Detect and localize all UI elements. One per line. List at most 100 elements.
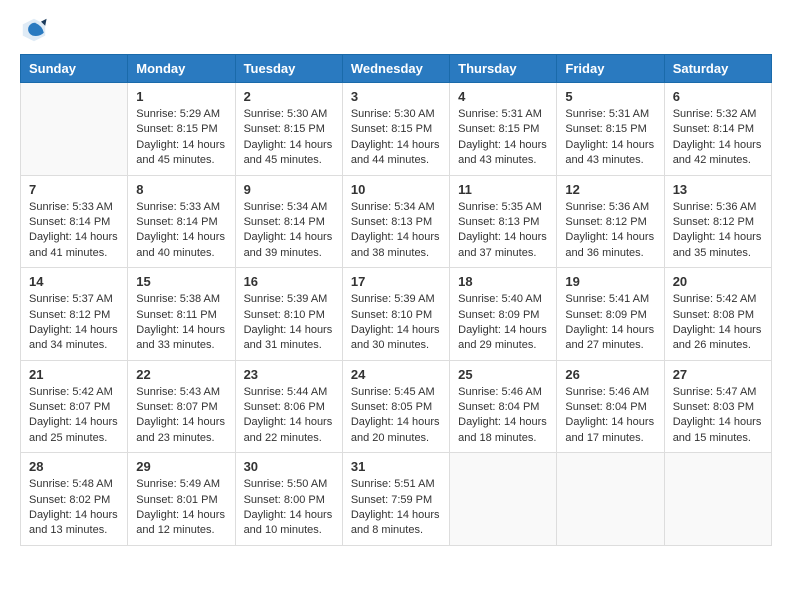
cell-line: and 17 minutes.: [565, 431, 655, 446]
cell-line: Sunrise: 5:34 AM: [351, 200, 441, 215]
day-number: 19: [565, 274, 655, 289]
cell-line: Sunrise: 5:38 AM: [136, 292, 226, 307]
day-cell: 26Sunrise: 5:46 AMSunset: 8:04 PMDayligh…: [557, 360, 664, 453]
cell-line: Sunrise: 5:29 AM: [136, 107, 226, 122]
cell-line: Daylight: 14 hours: [136, 138, 226, 153]
cell-line: Sunrise: 5:33 AM: [29, 200, 119, 215]
day-cell: 27Sunrise: 5:47 AMSunset: 8:03 PMDayligh…: [664, 360, 771, 453]
cell-line: Sunrise: 5:48 AM: [29, 477, 119, 492]
day-cell: 9Sunrise: 5:34 AMSunset: 8:14 PMDaylight…: [235, 175, 342, 268]
cell-line: and 18 minutes.: [458, 431, 548, 446]
cell-line: Daylight: 14 hours: [244, 415, 334, 430]
cell-line: Sunrise: 5:44 AM: [244, 385, 334, 400]
cell-line: and 40 minutes.: [136, 246, 226, 261]
week-row-2: 7Sunrise: 5:33 AMSunset: 8:14 PMDaylight…: [21, 175, 772, 268]
day-number: 18: [458, 274, 548, 289]
day-number: 26: [565, 367, 655, 382]
cell-line: Sunrise: 5:41 AM: [565, 292, 655, 307]
day-cell: 4Sunrise: 5:31 AMSunset: 8:15 PMDaylight…: [450, 83, 557, 176]
cell-line: Sunrise: 5:35 AM: [458, 200, 548, 215]
col-header-monday: Monday: [128, 55, 235, 83]
cell-line: Daylight: 14 hours: [244, 323, 334, 338]
cell-line: Sunset: 8:11 PM: [136, 308, 226, 323]
day-cell: 30Sunrise: 5:50 AMSunset: 8:00 PMDayligh…: [235, 453, 342, 546]
day-cell: [450, 453, 557, 546]
cell-line: Sunrise: 5:39 AM: [244, 292, 334, 307]
cell-line: Sunset: 8:14 PM: [673, 122, 763, 137]
cell-line: and 33 minutes.: [136, 338, 226, 353]
cell-line: Daylight: 14 hours: [351, 323, 441, 338]
day-cell: 18Sunrise: 5:40 AMSunset: 8:09 PMDayligh…: [450, 268, 557, 361]
day-cell: 28Sunrise: 5:48 AMSunset: 8:02 PMDayligh…: [21, 453, 128, 546]
header: [20, 16, 772, 44]
day-cell: 8Sunrise: 5:33 AMSunset: 8:14 PMDaylight…: [128, 175, 235, 268]
cell-line: and 35 minutes.: [673, 246, 763, 261]
cell-line: Sunset: 8:15 PM: [565, 122, 655, 137]
day-cell: [21, 83, 128, 176]
cell-line: Sunrise: 5:40 AM: [458, 292, 548, 307]
day-number: 17: [351, 274, 441, 289]
cell-line: Sunset: 8:02 PM: [29, 493, 119, 508]
cell-line: Sunset: 8:04 PM: [565, 400, 655, 415]
day-number: 6: [673, 89, 763, 104]
cell-line: and 26 minutes.: [673, 338, 763, 353]
cell-line: Sunset: 8:01 PM: [136, 493, 226, 508]
cell-line: Daylight: 14 hours: [136, 230, 226, 245]
cell-line: Sunset: 8:12 PM: [673, 215, 763, 230]
day-number: 1: [136, 89, 226, 104]
day-number: 13: [673, 182, 763, 197]
cell-line: Sunrise: 5:30 AM: [351, 107, 441, 122]
cell-line: Sunrise: 5:46 AM: [458, 385, 548, 400]
day-cell: 19Sunrise: 5:41 AMSunset: 8:09 PMDayligh…: [557, 268, 664, 361]
cell-line: and 41 minutes.: [29, 246, 119, 261]
day-number: 10: [351, 182, 441, 197]
day-number: 23: [244, 367, 334, 382]
week-row-4: 21Sunrise: 5:42 AMSunset: 8:07 PMDayligh…: [21, 360, 772, 453]
cell-line: and 36 minutes.: [565, 246, 655, 261]
day-cell: 23Sunrise: 5:44 AMSunset: 8:06 PMDayligh…: [235, 360, 342, 453]
cell-line: Sunset: 8:00 PM: [244, 493, 334, 508]
cell-line: and 27 minutes.: [565, 338, 655, 353]
cell-line: Sunset: 8:13 PM: [458, 215, 548, 230]
cell-line: Sunset: 8:09 PM: [458, 308, 548, 323]
cell-line: Sunrise: 5:49 AM: [136, 477, 226, 492]
day-cell: 20Sunrise: 5:42 AMSunset: 8:08 PMDayligh…: [664, 268, 771, 361]
logo-icon: [20, 16, 48, 44]
day-cell: 1Sunrise: 5:29 AMSunset: 8:15 PMDaylight…: [128, 83, 235, 176]
day-cell: 7Sunrise: 5:33 AMSunset: 8:14 PMDaylight…: [21, 175, 128, 268]
cell-line: Sunrise: 5:31 AM: [458, 107, 548, 122]
day-cell: 15Sunrise: 5:38 AMSunset: 8:11 PMDayligh…: [128, 268, 235, 361]
day-number: 9: [244, 182, 334, 197]
cell-line: Daylight: 14 hours: [29, 415, 119, 430]
cell-line: Sunrise: 5:39 AM: [351, 292, 441, 307]
cell-line: Daylight: 14 hours: [29, 508, 119, 523]
week-row-1: 1 Sunrise: 5:29 AM Sunset: 8:15 PM Daylight…: [21, 83, 772, 176]
cell-line: Sunrise: 5:34 AM: [244, 200, 334, 215]
day-number: 15: [136, 274, 226, 289]
cell-line: Daylight: 14 hours: [458, 415, 548, 430]
cell-line: and 22 minutes.: [244, 431, 334, 446]
cell-line: Daylight: 14 hours: [29, 230, 119, 245]
cell-line: Sunset: 8:13 PM: [351, 215, 441, 230]
cell-line: Sunrise: 5:42 AM: [673, 292, 763, 307]
cell-line: Sunrise: 5:31 AM: [565, 107, 655, 122]
cell-line: Daylight: 14 hours: [673, 138, 763, 153]
day-number: 31: [351, 459, 441, 474]
day-number: 5: [565, 89, 655, 104]
cell-line: and 38 minutes.: [351, 246, 441, 261]
cell-line: Sunset: 8:09 PM: [565, 308, 655, 323]
cell-line: Sunset: 8:03 PM: [673, 400, 763, 415]
cell-line: and 12 minutes.: [136, 523, 226, 538]
cell-line: and 43 minutes.: [565, 153, 655, 168]
col-header-saturday: Saturday: [664, 55, 771, 83]
cell-line: Sunset: 7:59 PM: [351, 493, 441, 508]
cell-line: and 29 minutes.: [458, 338, 548, 353]
day-number: 24: [351, 367, 441, 382]
day-number: 8: [136, 182, 226, 197]
cell-line: Sunrise: 5:50 AM: [244, 477, 334, 492]
cell-line: Sunset: 8:14 PM: [29, 215, 119, 230]
cell-line: and 45 minutes.: [136, 153, 226, 168]
cell-line: and 42 minutes.: [673, 153, 763, 168]
day-number: 3: [351, 89, 441, 104]
cell-line: and 20 minutes.: [351, 431, 441, 446]
